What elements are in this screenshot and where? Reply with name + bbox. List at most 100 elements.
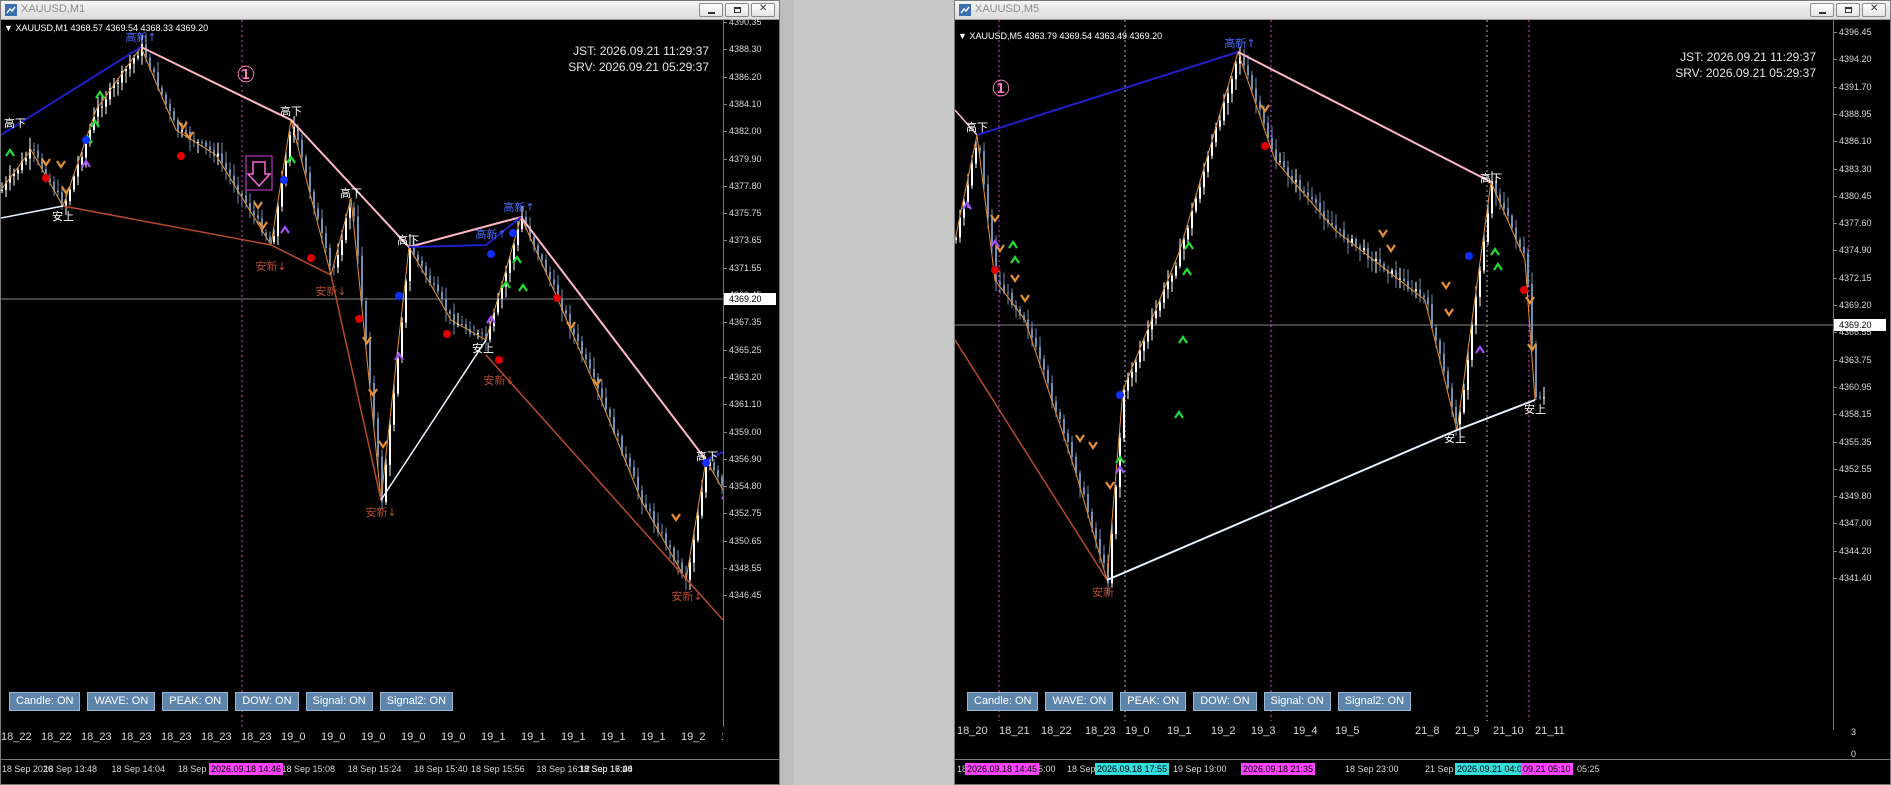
right-chart-window[interactable]: XAUUSD,M5 高新↑高下高下安上安上安新① ▼ XAUUSD,M5 436… (954, 0, 1891, 785)
price-label: 4371.55 (729, 262, 762, 273)
toggle-button-peak[interactable]: PEAK: ON (162, 692, 229, 711)
candle-body (409, 245, 411, 282)
price-label: 4377.60 (1839, 218, 1872, 229)
toggle-button-wave[interactable]: WAVE: ON (87, 692, 156, 711)
dropdown-triangle-icon[interactable]: ▼ (4, 23, 13, 33)
candle-body (225, 163, 227, 170)
toggle-button-candle[interactable]: Candle: ON (9, 692, 81, 711)
candle-body (205, 142, 207, 147)
toggle-button-signal2[interactable]: Signal2: ON (1337, 692, 1412, 711)
candle-body (25, 158, 27, 162)
price-label: 4355.35 (1839, 436, 1872, 447)
right-window-title: XAUUSD,M5 (975, 3, 1040, 15)
right-price-chart[interactable]: 高新↑高下高下安上安上安新① (955, 20, 1833, 728)
candle-body (1243, 56, 1245, 66)
toggle-button-wave[interactable]: WAVE: ON (1045, 692, 1114, 711)
left-price-chart[interactable]: 高新↑高下高下高下高下 高新↑高新↑高下安上安上安新↓安新↓安新↓安新↓安新↓① (1, 20, 723, 727)
time-marker-badge: 09.21 05:10 (1521, 763, 1573, 775)
price-label: 4382.00 (729, 126, 762, 137)
left-window-title: XAUUSD,M1 (21, 3, 86, 15)
category-label: 19_2 (681, 731, 706, 743)
price-tick (724, 404, 727, 406)
candle-body (585, 354, 587, 360)
candle-body (995, 246, 997, 283)
candle-body (1175, 266, 1177, 276)
toggle-button-dow[interactable]: DOW: ON (235, 692, 299, 711)
candle-body (1191, 210, 1193, 229)
red-signal-dot (443, 330, 451, 338)
price-tick (1834, 250, 1837, 252)
price-tick (724, 185, 727, 187)
chart-window-icon (959, 4, 971, 16)
candle-body (105, 99, 107, 107)
price-label: 4363.20 (729, 371, 762, 382)
minimize-button[interactable] (699, 3, 723, 17)
time-marker-badge: 2026.09.18 14:45 (965, 763, 1040, 775)
candle-body (1059, 412, 1061, 419)
maximize-button[interactable] (725, 3, 749, 17)
price-tick (724, 458, 727, 460)
candle-body (1367, 248, 1369, 259)
label-high-break: 高新↑ (503, 200, 534, 214)
label-low-break: 安新↓ (671, 589, 702, 603)
left-chart-window[interactable]: XAUUSD,M1 高新↑高下高下高下高下高新↑高新↑高下安上安上安新↓安新↓安… (0, 0, 780, 785)
candle-body (1363, 248, 1365, 251)
candle-body (433, 283, 435, 285)
price-label: 4377.80 (729, 180, 762, 191)
toggle-button-signal[interactable]: Signal: ON (305, 692, 373, 711)
candle-body (1139, 350, 1141, 363)
toggle-button-peak[interactable]: PEAK: ON (1120, 692, 1187, 711)
candle-body (373, 382, 375, 419)
price-label: 4375.75 (729, 208, 762, 219)
right-time-axis[interactable]: 1815:0018 Sep 119 Sep 19:0018 S1:4018 Se… (955, 759, 1890, 780)
candle-body (301, 139, 303, 157)
candle-body (453, 313, 455, 326)
price-label: 4373.65 (729, 235, 762, 246)
candle-body (1235, 63, 1237, 80)
price-tick (724, 486, 727, 488)
candle-body (1543, 397, 1545, 399)
candle-body (117, 82, 119, 84)
candle-body (245, 195, 247, 203)
price-label: 4384.10 (729, 98, 762, 109)
buy-signal-arrow (95, 90, 105, 99)
candle-body (1087, 494, 1089, 512)
right-jst-time: JST: 2026.09.21 11:29:37 (1680, 50, 1816, 64)
price-tick (724, 240, 727, 242)
toggle-button-candle[interactable]: Candle: ON (967, 692, 1039, 711)
candle-body (337, 254, 339, 268)
blue-signal-dot (395, 292, 403, 300)
left-window-titlebar[interactable]: XAUUSD,M1 (1, 1, 779, 20)
candle-body (449, 310, 451, 314)
right-price-axis[interactable]: 4396.45 4394.20 4391.70 4388.95 4386.10 4383.… (1833, 20, 1890, 730)
candle-body (229, 169, 231, 176)
dropdown-triangle-icon[interactable]: ▼ (958, 31, 967, 41)
candle-body (617, 432, 619, 437)
close-button[interactable] (1862, 3, 1886, 17)
toggle-button-dow[interactable]: DOW: ON (1193, 692, 1257, 711)
buy-signal-arrow (5, 148, 15, 157)
toggle-button-signal2[interactable]: Signal2: ON (379, 692, 454, 711)
price-label: 4361.10 (729, 399, 762, 410)
right-clock: JST: 2026.09.21 11:29:37 SRV: 2026.09.21… (1675, 49, 1816, 81)
price-label: 4347.00 (1839, 518, 1872, 529)
candle-body (609, 409, 611, 418)
candle-body (281, 180, 283, 207)
right-window-titlebar[interactable]: XAUUSD,M5 (955, 1, 1890, 20)
toggle-button-signal[interactable]: Signal: ON (1263, 692, 1331, 711)
price-label: 4348.55 (729, 563, 762, 573)
candle-body (983, 150, 985, 185)
candle-body (1403, 278, 1405, 281)
close-button[interactable] (751, 3, 775, 17)
price-tick (1834, 359, 1837, 361)
minimize-button[interactable] (1810, 3, 1834, 17)
left-time-axis[interactable]: 18 Sep 2026 18 Sep 13:48 18 Sep 14:04 18 Se… (1, 759, 779, 780)
left-jst-time: JST: 2026.09.21 11:29:37 (573, 44, 709, 58)
left-price-axis[interactable]: 4390.35 4388.30 4386.20 4384.10 4382.00 4379.… (723, 17, 779, 727)
price-tick (1834, 141, 1837, 143)
candle-body (975, 147, 977, 164)
price-tick (1834, 441, 1837, 443)
maximize-button[interactable] (1836, 3, 1860, 17)
category-label: 19_0 (1125, 725, 1150, 737)
red-signal-dot (1520, 286, 1528, 294)
